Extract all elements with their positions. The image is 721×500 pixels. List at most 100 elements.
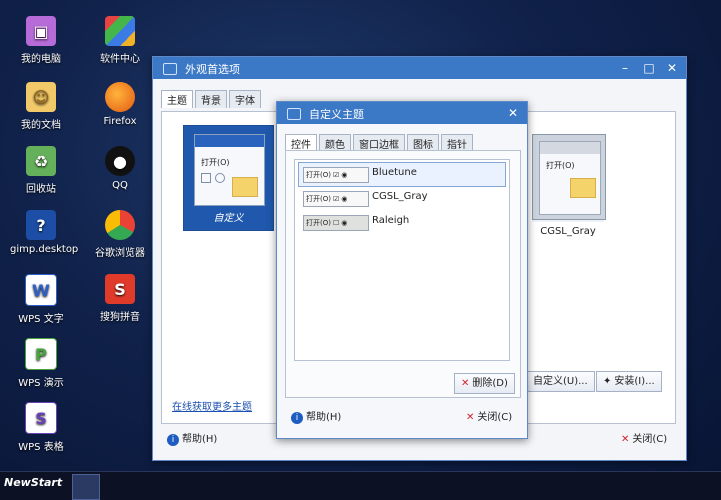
preview-open-label: 打开(O) bbox=[201, 158, 230, 167]
preview-check-icon: ☑ bbox=[332, 171, 340, 179]
online-more-themes-link[interactable]: 在线获取更多主题 bbox=[172, 398, 252, 413]
dialog-close-button-bottom[interactable]: ✕ 关闭(C) bbox=[460, 408, 518, 427]
chrome-icon bbox=[105, 210, 135, 240]
desktop-icon-chrome[interactable]: 谷歌浏览器 bbox=[89, 210, 151, 259]
customize-label: 自定义(U)... bbox=[533, 376, 588, 387]
install-label: 安装(I)... bbox=[614, 376, 655, 387]
desktop-icon-label: Firefox bbox=[103, 116, 137, 127]
main-titlebar[interactable]: 外观首选项 – □ ✕ bbox=[153, 57, 686, 79]
radio-icon bbox=[215, 173, 225, 183]
firefox-icon bbox=[105, 82, 135, 112]
theme-preview: 打开(O) bbox=[194, 134, 265, 206]
delete-button[interactable]: ✕ 删除(D) bbox=[454, 373, 515, 394]
folder-icon bbox=[232, 177, 258, 197]
desktop-icon-label: WPS 表格 bbox=[18, 442, 64, 453]
list-item[interactable]: 打开(O) ☑ ◉ Bluetune bbox=[298, 162, 506, 187]
main-close-button[interactable]: ✕ 关闭(C) bbox=[615, 430, 673, 449]
gray-theme-preview: 打开(O) bbox=[532, 134, 606, 220]
desktop-icon-gimp[interactable]: ? gimp.desktop bbox=[10, 210, 79, 255]
close-icon: ✕ bbox=[466, 412, 475, 423]
theme-name: Raleigh bbox=[372, 215, 410, 226]
maximize-button[interactable]: □ bbox=[640, 59, 658, 77]
dialog-titlebar[interactable]: 自定义主题 ✕ bbox=[277, 102, 527, 124]
close-label: 关闭(C) bbox=[632, 434, 668, 445]
desktop-icon-wps-spreadsheet[interactable]: S WPS 表格 bbox=[10, 402, 72, 453]
gray-preview-titlebar bbox=[540, 142, 600, 154]
tab-font[interactable]: 字体 bbox=[229, 90, 261, 108]
preview-radio-icon: ◉ bbox=[341, 195, 348, 203]
customize-button[interactable]: 自定义(U)... bbox=[526, 371, 595, 392]
close-icon: ✕ bbox=[621, 434, 630, 445]
dialog-close-button[interactable]: ✕ bbox=[504, 104, 522, 122]
wps-writer-icon: W bbox=[25, 274, 57, 306]
gray-preview-open-label: 打开(O) bbox=[546, 161, 575, 170]
desktop-icon-sogou[interactable]: S 搜狗拼音 bbox=[89, 274, 151, 323]
software-center-icon bbox=[105, 16, 135, 46]
list-item[interactable]: 打开(O) ☐ ◉ Raleigh bbox=[298, 210, 506, 235]
tab-theme[interactable]: 主题 bbox=[161, 90, 193, 108]
theme-card-custom[interactable]: 打开(O) 自定义 bbox=[183, 125, 274, 231]
preview-check-icon: ☑ bbox=[332, 195, 340, 203]
sogou-icon: S bbox=[105, 274, 135, 304]
main-help-button[interactable]: i 帮助(H) bbox=[161, 430, 223, 449]
help-icon: i bbox=[167, 433, 179, 446]
desktop-icon-software-center[interactable]: 软件中心 bbox=[89, 16, 151, 65]
tab-background[interactable]: 背景 bbox=[195, 90, 227, 108]
desktop-icon-firefox[interactable]: Firefox bbox=[89, 82, 151, 127]
recycle-bin-icon: ♻ bbox=[26, 146, 56, 176]
desktop-icon-label: 谷歌浏览器 bbox=[95, 248, 145, 259]
preview-text: 打开(O) bbox=[306, 195, 331, 203]
dialog-window-icon bbox=[287, 108, 301, 120]
delete-icon: ✕ bbox=[461, 378, 470, 389]
preview-text: 打开(O) bbox=[306, 219, 331, 227]
dialog-panel: 打开(O) ☑ ◉ Bluetune 打开(O) ☑ ◉ CGSL_Gray 打… bbox=[285, 150, 521, 398]
documents-icon: ☺ bbox=[26, 82, 56, 112]
dialog-help-button[interactable]: i 帮助(H) bbox=[285, 408, 347, 427]
preview-titlebar bbox=[195, 135, 264, 147]
wps-presentation-icon: P bbox=[25, 338, 57, 370]
theme-card-label: 自定义 bbox=[213, 213, 244, 224]
desktop-icon-label: WPS 文字 bbox=[18, 314, 64, 325]
control-preview: 打开(O) ☑ ◉ bbox=[303, 167, 369, 183]
desktop-icon-label: gimp.desktop bbox=[10, 244, 79, 255]
computer-icon: ▣ bbox=[26, 16, 56, 46]
desktop-icon-wps-writer[interactable]: W WPS 文字 bbox=[10, 274, 72, 325]
desktop-icon-qq[interactable]: ● QQ bbox=[89, 146, 151, 191]
help-label: 帮助(H) bbox=[306, 412, 342, 423]
desktop-icon-documents[interactable]: ☺ 我的文档 bbox=[10, 82, 72, 131]
theme-list[interactable]: 打开(O) ☑ ◉ Bluetune 打开(O) ☑ ◉ CGSL_Gray 打… bbox=[294, 159, 510, 361]
desktop-icon-label: 我的文档 bbox=[21, 120, 61, 131]
desktop-icon-label: 回收站 bbox=[26, 184, 56, 195]
start-button[interactable]: NewStart bbox=[4, 476, 62, 489]
main-tabs: 主题 背景 字体 bbox=[161, 90, 261, 108]
desktop-icon-recycle-bin[interactable]: ♻ 回收站 bbox=[10, 146, 72, 195]
customize-theme-dialog: 自定义主题 ✕ 控件 颜色 窗口边框 图标 指针 打开(O) ☑ ◉ Bluet… bbox=[276, 101, 528, 439]
control-preview: 打开(O) ☑ ◉ bbox=[303, 191, 369, 207]
preview-radio-icon: ◉ bbox=[341, 171, 348, 179]
desktop-icon-label: QQ bbox=[112, 180, 128, 191]
checkbox-icon bbox=[201, 173, 211, 183]
gray-folder-icon bbox=[570, 178, 596, 198]
minimize-button[interactable]: – bbox=[616, 59, 634, 77]
help-label: 帮助(H) bbox=[182, 434, 218, 445]
window-icon bbox=[163, 63, 177, 75]
qq-icon: ● bbox=[105, 146, 135, 176]
theme-name: Bluetune bbox=[372, 167, 417, 178]
preview-check-icon: ☐ bbox=[332, 219, 340, 227]
list-item[interactable]: 打开(O) ☑ ◉ CGSL_Gray bbox=[298, 186, 506, 211]
theme-card-cgsl-gray[interactable]: 打开(O) CGSL_Gray bbox=[532, 134, 606, 237]
taskbar: NewStart bbox=[0, 471, 721, 500]
taskbar-window-icon[interactable] bbox=[72, 474, 100, 500]
close-window-button[interactable]: ✕ bbox=[663, 59, 681, 77]
desktop-icon-computer[interactable]: ▣ 我的电脑 bbox=[10, 16, 72, 65]
gimp-icon: ? bbox=[26, 210, 56, 240]
window-title: 外观首选项 bbox=[185, 63, 240, 76]
desktop-icon-label: 搜狗拼音 bbox=[100, 312, 140, 323]
close-label: 关闭(C) bbox=[477, 412, 513, 423]
install-button[interactable]: ✦ 安装(I)... bbox=[596, 371, 662, 392]
theme-card-label: CGSL_Gray bbox=[540, 226, 596, 237]
desktop-icon-wps-presentation[interactable]: P WPS 演示 bbox=[10, 338, 72, 389]
desktop-icon-label: 我的电脑 bbox=[21, 54, 61, 65]
control-preview: 打开(O) ☐ ◉ bbox=[303, 215, 369, 231]
install-icon: ✦ bbox=[603, 376, 612, 387]
